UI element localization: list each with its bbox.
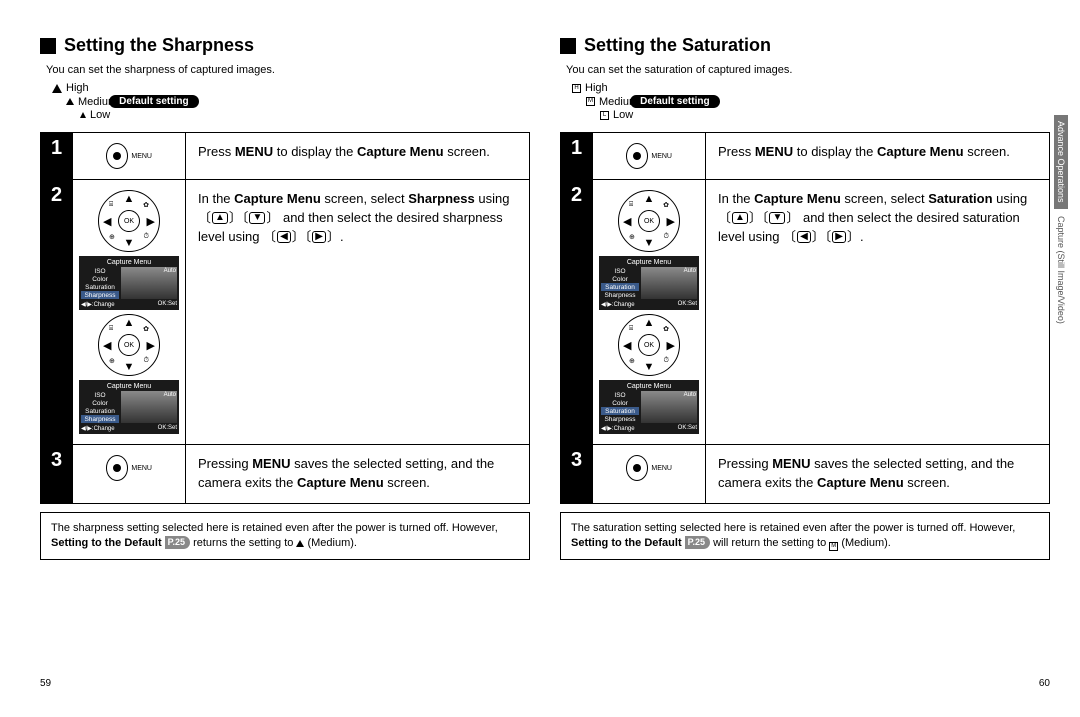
heading-sharpness: Setting the Sharpness	[40, 35, 530, 56]
saturation-high-icon: H	[572, 84, 581, 93]
step-3-row: 3 MENU Pressing MENU saves the selected …	[41, 445, 530, 504]
menu-button-icon: MENU	[626, 143, 672, 169]
option-high-label: High	[66, 82, 89, 94]
step-1-icon-cell: MENU	[593, 133, 706, 180]
capture-menu-screen-2: Capture Menu ISO Color Saturation Sharpn…	[599, 380, 699, 434]
intro-text: You can set the sharpness of captured im…	[40, 64, 530, 76]
note-box: The saturation setting selected here is …	[560, 512, 1050, 561]
options-list: High Medium Default setting Low	[40, 82, 530, 122]
step-3-number: 3	[41, 445, 73, 504]
menu-button-icon: MENU	[106, 455, 152, 481]
heading-text: Setting the Sharpness	[64, 35, 254, 56]
heading-square-icon	[40, 38, 56, 54]
saturation-low-icon: L	[600, 111, 609, 120]
sharpness-low-icon	[80, 112, 86, 118]
step-1-text: Press MENU to display the Capture Menu s…	[186, 133, 530, 180]
step-2-row: 2 OK ▲▼ ◀▶ ⌸✿ ⊕⏱ Capture Menu ISO Color	[41, 180, 530, 445]
option-high-label: High	[585, 82, 608, 94]
dpad-icon-2: OK ▲▼ ◀▶ ⌸✿ ⊕⏱	[618, 314, 680, 376]
step-3-icon-cell: MENU	[73, 445, 186, 504]
menu-button-icon: MENU	[626, 455, 672, 481]
option-medium: M Medium Default setting	[572, 95, 1050, 109]
step-3-icon-cell: MENU	[593, 445, 706, 504]
default-setting-pill: Default setting	[630, 95, 719, 108]
note-box: The sharpness setting selected here is r…	[40, 512, 530, 561]
step-2-text: In the Capture Menu screen, select Sharp…	[186, 180, 530, 445]
step-2-row: 2 OK ▲▼ ◀▶ ⌸✿ ⊕⏱ Capture Menu ISO Color	[561, 180, 1050, 445]
page-right: Setting the Saturation You can set the s…	[560, 35, 1050, 560]
step-1-row: 1 MENU Press MENU to display the Capture…	[561, 133, 1050, 180]
up-arrow-icon: ▲	[212, 212, 228, 224]
saturation-medium-icon: M	[586, 97, 595, 106]
capture-menu-screen-1: Capture Menu ISO Color Saturation Sharpn…	[599, 256, 699, 310]
options-list: H High M Medium Default setting L Low	[560, 82, 1050, 122]
right-arrow-icon: ▶	[312, 231, 326, 243]
sharpness-high-icon	[52, 84, 62, 93]
side-tab: Advance Operations Capture (Still Image/…	[1054, 115, 1068, 327]
right-arrow-icon: ▶	[832, 231, 846, 243]
capture-menu-screen-1: Capture Menu ISO Color Saturation Sharpn…	[79, 256, 179, 310]
step-2-number: 2	[41, 180, 73, 445]
page-ref: P.25	[165, 536, 190, 549]
option-medium: Medium Default setting	[52, 95, 530, 109]
intro-text: You can set the saturation of captured i…	[560, 64, 1050, 76]
steps-table: 1 MENU Press MENU to display the Capture…	[40, 132, 530, 504]
option-low: L Low	[572, 109, 1050, 122]
sharpness-medium-icon	[66, 98, 74, 105]
dpad-icon: OK ▲▼ ◀▶ ⌸✿ ⊕⏱	[618, 190, 680, 252]
steps-table: 1 MENU Press MENU to display the Capture…	[560, 132, 1050, 504]
dpad-icon: OK ▲▼ ◀▶ ⌸✿ ⊕⏱	[98, 190, 160, 252]
step-3-text: Pressing MENU saves the selected setting…	[706, 445, 1050, 504]
option-low-label: Low	[90, 109, 110, 121]
page-left: Setting the Sharpness You can set the sh…	[40, 35, 530, 560]
dpad-icon-2: OK ▲▼ ◀▶ ⌸✿ ⊕⏱	[98, 314, 160, 376]
heading-saturation: Setting the Saturation	[560, 35, 1050, 56]
default-setting-pill: Default setting	[109, 95, 198, 108]
left-arrow-icon: ◀	[277, 231, 291, 243]
step-1-row: 1 MENU Press MENU to display the Capture…	[41, 133, 530, 180]
option-high: H High	[572, 82, 1050, 95]
page-number-left: 59	[40, 678, 51, 689]
step-1-icon-cell: MENU	[73, 133, 186, 180]
option-low-label: Low	[613, 109, 633, 121]
menu-button-icon: MENU	[106, 143, 152, 169]
step-2-icon-cell: OK ▲▼ ◀▶ ⌸✿ ⊕⏱ Capture Menu ISO Color Sa…	[73, 180, 186, 445]
down-arrow-icon: ▼	[769, 212, 785, 224]
step-2-icon-cell: OK ▲▼ ◀▶ ⌸✿ ⊕⏱ Capture Menu ISO Color Sa…	[593, 180, 706, 445]
left-arrow-icon: ◀	[797, 231, 811, 243]
heading-square-icon	[560, 38, 576, 54]
step-3-row: 3 MENU Pressing MENU saves the selected …	[561, 445, 1050, 504]
page-number-right: 60	[1039, 678, 1050, 689]
step-3-number: 3	[561, 445, 593, 504]
saturation-medium-icon: M	[829, 542, 838, 551]
side-tab-section: Advance Operations	[1054, 115, 1068, 209]
option-high: High	[52, 82, 530, 95]
option-low: Low	[52, 109, 530, 122]
step-3-text: Pressing MENU saves the selected setting…	[186, 445, 530, 504]
up-arrow-icon: ▲	[732, 212, 748, 224]
capture-menu-screen-2: Capture Menu ISO Color Saturation Sharpn…	[79, 380, 179, 434]
step-1-text: Press MENU to display the Capture Menu s…	[706, 133, 1050, 180]
heading-text: Setting the Saturation	[584, 35, 771, 56]
step-1-number: 1	[561, 133, 593, 180]
step-1-number: 1	[41, 133, 73, 180]
page-ref: P.25	[685, 536, 710, 549]
down-arrow-icon: ▼	[249, 212, 265, 224]
step-2-number: 2	[561, 180, 593, 445]
side-tab-subsection: Capture (Still Image/Video)	[1054, 212, 1068, 328]
step-2-text: In the Capture Menu screen, select Satur…	[706, 180, 1050, 445]
